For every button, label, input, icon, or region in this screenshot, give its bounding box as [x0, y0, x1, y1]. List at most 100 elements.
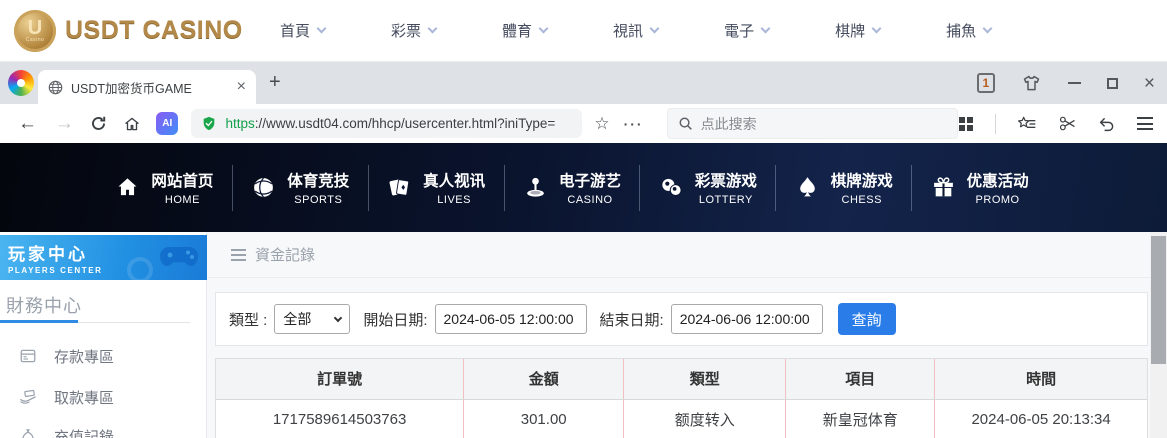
browser-search-field[interactable] — [666, 108, 958, 139]
coin-letter: U — [27, 16, 43, 39]
query-button[interactable]: 查詢 — [837, 303, 896, 335]
search-icon — [679, 117, 692, 130]
main-panel: 資金記錄 類型 : 全部 開始日期: 結束日期: 查詢 訂單號 金額 類型 — [207, 232, 1150, 438]
top-nav-chess[interactable]: 棋牌 — [835, 20, 882, 41]
sidebar: 玩家中心 PLAYERS CENTER 財務中心 存款專區 取款專區 充值記錄 — [0, 232, 207, 438]
url-path: ://www.usdt04.com/hhcp/usercenter.html?i… — [254, 116, 556, 131]
breadcrumb-label: 資金記錄 — [255, 247, 316, 264]
top-nav-label: 電子 — [724, 23, 755, 40]
breadcrumb-menu-icon[interactable] — [231, 248, 246, 261]
start-date-input[interactable] — [434, 304, 587, 334]
browser-menu-icon[interactable] — [1137, 117, 1153, 130]
apps-grid-icon[interactable] — [958, 116, 974, 132]
page-scrollbar-track[interactable] — [1150, 232, 1167, 438]
tab-title: USDT加密货币GAME — [71, 81, 192, 96]
browser-logo-icon[interactable] — [8, 70, 34, 96]
nav-item-cn: 网站首页 — [151, 173, 214, 190]
site-navbar: 网站首页 HOME 体育竞技 SPORTS 真人视讯 LIVES 电子游艺 CASINO… — [0, 143, 1167, 232]
top-nav-slots[interactable]: 電子 — [724, 20, 771, 41]
players-center-banner: 玩家中心 PLAYERS CENTER — [0, 235, 207, 280]
favorites-list-icon[interactable] — [1017, 115, 1037, 133]
url-field[interactable]: https://www.usdt04.com/hhcp/usercenter.h… — [191, 109, 583, 138]
nav-item-cn: 真人视讯 — [423, 173, 486, 190]
type-select-value: 全部 — [283, 311, 312, 327]
url-more-icon[interactable]: ··· — [624, 116, 644, 132]
bookmark-star-icon[interactable]: ☆ — [594, 114, 609, 134]
theme-shirt-icon[interactable] — [1021, 73, 1042, 94]
banner-decor-circle — [127, 257, 153, 280]
browser-logo-hole — [17, 79, 25, 87]
chevron-down-icon — [427, 23, 438, 34]
new-tab-button[interactable]: + — [269, 71, 281, 94]
nav-item-promo[interactable]: 优惠活动 PROMO — [912, 165, 1047, 211]
globe-icon — [48, 80, 63, 94]
window-close-button[interactable]: × — [1144, 74, 1155, 93]
nav-item-en: HOME — [164, 194, 200, 206]
finance-center-title: 財務中心 — [6, 296, 82, 316]
home-icon — [118, 178, 137, 196]
nav-item-home[interactable]: 网站首页 HOME — [97, 164, 233, 211]
section-divider-accent — [0, 320, 78, 323]
nav-item-cn: 体育竞技 — [287, 173, 350, 190]
reload-button[interactable] — [90, 115, 107, 132]
site-logo[interactable]: U Casino USDT CASINO — [14, 9, 250, 52]
coin-sub-label: Casino — [25, 36, 45, 43]
url-scheme: https — [225, 116, 255, 131]
back-button[interactable]: ← — [18, 114, 37, 133]
browser-tab[interactable]: USDT加密货币GAME × — [38, 70, 256, 104]
col-header-time: 時間 — [934, 359, 1147, 400]
ai-assistant-button[interactable]: AI — [156, 112, 179, 135]
top-nav-video[interactable]: 視訊 — [613, 20, 660, 41]
nav-item-lottery[interactable]: 彩票游戏 LOTTERY — [640, 164, 777, 211]
nav-item-en: SPORTS — [294, 194, 343, 206]
top-nav-home[interactable]: 首頁 — [280, 20, 327, 41]
basketball-icon — [254, 177, 274, 198]
top-nav-label: 體育 — [502, 23, 533, 40]
maximize-icon — [1106, 77, 1118, 89]
joystick-icon — [527, 177, 544, 197]
sidebar-item-deposit[interactable]: 存款專區 — [0, 340, 206, 372]
tab-close-icon[interactable]: × — [237, 79, 246, 95]
chevron-down-icon — [538, 23, 549, 34]
search-input[interactable] — [700, 115, 931, 132]
chevron-down-icon — [316, 23, 327, 34]
nav-item-cn: 棋牌游戏 — [830, 173, 893, 190]
nav-item-en: CASINO — [567, 194, 613, 206]
site-header: U Casino USDT CASINO 首頁 彩票 體育 視訊 電子 棋牌 捕… — [0, 0, 1167, 62]
type-label: 類型 : — [229, 311, 268, 329]
sidebar-item-label: 充值記錄 — [54, 428, 115, 438]
window-minimize-button[interactable] — [1067, 82, 1081, 84]
top-nav-lottery[interactable]: 彩票 — [391, 20, 438, 41]
divider — [995, 113, 996, 134]
records-table: 訂單號 金額 類型 項目 時間 1717589614503763 301.00 … — [216, 359, 1147, 438]
table-row: 1717589614503763 301.00 额度转入 新皇冠体育 2024-… — [216, 399, 1147, 438]
url-text: https://www.usdt04.com/hhcp/usercenter.h… — [225, 116, 555, 131]
cell-time: 2024-06-05 20:13:34 — [934, 399, 1147, 438]
sidebar-item-recharge-records[interactable]: 充值記錄 — [0, 420, 206, 438]
moneybag-icon — [22, 429, 34, 438]
nav-item-chess[interactable]: 棋牌游戏 CHESS — [776, 164, 913, 211]
nav-item-sports[interactable]: 体育竞技 SPORTS — [233, 164, 369, 211]
forward-button[interactable]: → — [55, 114, 74, 133]
chevron-down-icon — [982, 23, 993, 34]
home-button[interactable] — [123, 115, 141, 133]
tab-count-button[interactable]: 1 — [976, 73, 995, 93]
top-nav-sports[interactable]: 體育 — [502, 20, 549, 41]
col-header-type: 類型 — [623, 359, 786, 400]
page-content: 玩家中心 PLAYERS CENTER 財務中心 存款專區 取款專區 充值記錄 … — [0, 232, 1167, 438]
window-maximize-button[interactable] — [1106, 77, 1118, 89]
nav-item-en: PROMO — [975, 194, 1020, 206]
scissors-icon[interactable] — [1058, 115, 1077, 132]
nav-item-casino[interactable]: 电子游艺 CASINO — [505, 164, 641, 211]
type-select[interactable]: 全部 — [274, 304, 351, 334]
page-scrollbar-thumb[interactable] — [1151, 236, 1166, 364]
undo-arrow-icon[interactable] — [1098, 116, 1116, 132]
cell-order-no: 1717589614503763 — [216, 399, 464, 438]
browser-address-bar: ← → AI https://www.usdt04.com/hhcp/userc… — [0, 104, 1167, 143]
top-nav-label: 棋牌 — [835, 23, 866, 40]
browser-tab-bar: USDT加密货币GAME × + 1 × — [0, 62, 1167, 104]
sidebar-item-withdraw[interactable]: 取款專區 — [0, 381, 206, 413]
end-date-input[interactable] — [670, 304, 823, 334]
nav-item-lives[interactable]: 真人视讯 LIVES — [369, 164, 505, 211]
top-nav-fishing[interactable]: 捕魚 — [946, 20, 993, 41]
